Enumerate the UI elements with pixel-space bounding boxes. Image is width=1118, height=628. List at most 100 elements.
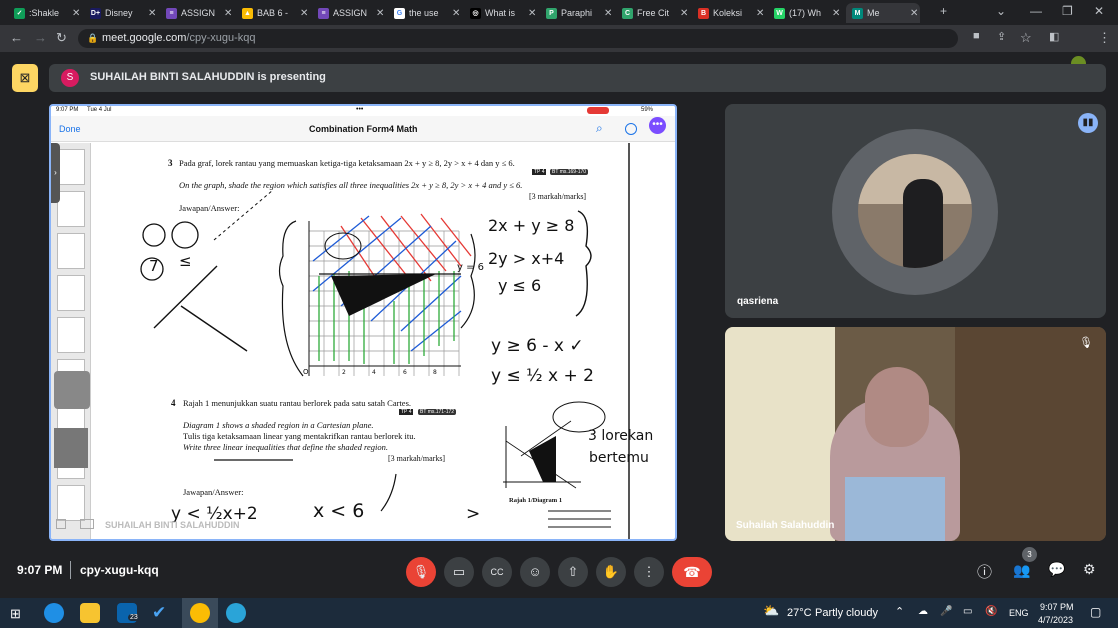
hw-digit-7: 7 — [149, 257, 159, 275]
url-input[interactable]: 🔒 meet.google.com/cpy-xugu-kqq — [78, 29, 958, 48]
background-wall — [955, 327, 1106, 541]
meeting-time: 9:07 PM — [17, 563, 63, 577]
captions-button[interactable]: CC — [482, 557, 512, 587]
browser-tab[interactable]: C Free Cit ✕ — [616, 3, 690, 23]
browser-tab[interactable]: Gthe use ✕ — [388, 3, 462, 23]
todo-icon[interactable]: ✔ — [152, 603, 172, 623]
language-indicator[interactable]: ENG — [1009, 608, 1029, 618]
tab-close-icon[interactable]: ✕ — [604, 8, 614, 19]
clock-time[interactable]: 9:07 PM — [1040, 602, 1074, 612]
diagram-caption: Rajah 1/Diagram 1 — [509, 497, 563, 504]
answer-label-2: Jawapan/Answer: — [183, 487, 244, 497]
edge-icon[interactable] — [44, 603, 64, 623]
hw-ineq-1: 2x + y ≥ 8 — [488, 216, 575, 235]
tab-close-icon[interactable]: ✕ — [832, 8, 842, 19]
browser-tab[interactable]: W (17) Wh ✕ — [768, 3, 842, 23]
new-tab-button[interactable]: + — [940, 4, 947, 18]
tab-favicon-icon: D+ — [90, 7, 101, 19]
tab-close-icon[interactable]: ✕ — [680, 8, 690, 19]
q4-text-2: Tulis tiga ketaksamaan linear yang menta… — [183, 431, 416, 441]
weather-text[interactable]: Partly cloudy — [815, 607, 878, 619]
tab-close-icon[interactable]: ✕ — [452, 8, 462, 19]
address-bar: ← → ↻ 🔒 meet.google.com/cpy-xugu-kqq ■ ⇪… — [0, 25, 1118, 71]
browser-tab[interactable]: ▲ BAB 6 - ✕ — [236, 3, 310, 23]
people-count-badge: 3 — [1022, 547, 1037, 562]
activities-icon[interactable]: ⚙ — [1083, 561, 1096, 578]
tab-favicon-icon: ✓ — [14, 7, 25, 19]
volume-muted-icon[interactable]: 🔇 — [985, 606, 997, 617]
q4-marks: [3 markah/marks] — [388, 454, 446, 463]
tab-label: Free Cit — [637, 8, 670, 18]
participant-name: qasriena — [737, 296, 779, 307]
tab-label: (17) Wh — [789, 8, 822, 18]
tab-search-icon[interactable]: ⌄ — [996, 4, 1006, 18]
bookmark-star-icon[interactable]: ☆ — [1020, 30, 1032, 46]
window-light — [725, 327, 835, 541]
raise-hand-button[interactable]: ✋ — [596, 557, 626, 587]
file-explorer-icon[interactable] — [80, 603, 100, 623]
tab-favicon-icon: G — [394, 7, 405, 19]
q4-text: Rajah 1 menunjukkan suatu rantau berlore… — [183, 398, 412, 408]
close-window-icon[interactable]: ✕ — [1094, 4, 1104, 18]
tab-close-icon[interactable]: ✕ — [756, 8, 766, 19]
more-options-button[interactable]: ⋮ — [634, 557, 664, 587]
people-icon[interactable]: 👥 — [1013, 562, 1030, 579]
tab-favicon-icon: M — [852, 7, 863, 19]
mic-tray-icon[interactable]: 🎤 — [940, 606, 952, 617]
participant-tile-qasriena[interactable]: ▮▮ qasriena — [725, 104, 1106, 318]
clock-date[interactable]: 4/7/2023 — [1038, 615, 1073, 625]
tab-label: ASSIGN — [333, 8, 368, 18]
reload-icon[interactable]: ↻ — [56, 30, 67, 46]
chat-icon[interactable]: 💬 — [1048, 561, 1065, 578]
participant-tile-suhailah[interactable]: 🎙 Suhailah Salahuddin — [725, 327, 1106, 541]
meeting-info-icon[interactable]: ⓘ — [977, 561, 992, 582]
browser-tab[interactable]: ◎ What is ✕ — [464, 3, 538, 23]
annotation-layer — [140, 189, 611, 528]
back-icon[interactable]: ← — [10, 30, 23, 45]
forward-icon[interactable]: → — [34, 30, 47, 45]
browser-tab[interactable]: D+ Disney ✕ — [84, 3, 158, 23]
mic-off-button[interactable]: 🎙 — [406, 557, 436, 587]
muted-mic-icon: 🎙 — [1079, 337, 1093, 349]
browser-tab[interactable]: M Me ✕ — [846, 3, 920, 23]
weather-temp[interactable]: 27°C — [787, 607, 812, 619]
side-panel-icon[interactable]: ◧ — [1049, 30, 1059, 43]
presenter-watermark: SUHAILAH BINTI SALAHUDDIN — [105, 520, 240, 530]
weather-icon[interactable]: ⛅ — [763, 603, 779, 619]
divider — [70, 561, 71, 579]
browser-tab[interactable]: P Paraphi ✕ — [540, 3, 614, 23]
telegram-icon[interactable] — [226, 603, 246, 623]
maximize-icon[interactable]: ❐ — [1062, 4, 1073, 18]
notification-icon[interactable]: ▢ — [1090, 605, 1101, 619]
camera-indicator-icon[interactable]: ■ — [973, 30, 980, 42]
person-face — [865, 367, 929, 447]
emoji-button[interactable]: ☺ — [520, 557, 550, 587]
tab-close-icon[interactable]: ✕ — [148, 8, 158, 19]
browser-tab[interactable]: ✓:Shakle ✕ — [8, 3, 82, 23]
windows-start-icon[interactable]: ⊞ — [10, 606, 21, 622]
graph-origin: O — [303, 368, 309, 376]
tab-close-icon[interactable]: ✕ — [910, 8, 920, 19]
tab-close-icon[interactable]: ✕ — [528, 8, 538, 19]
graph-tick-8: 8 — [433, 369, 437, 376]
menu-kebab-icon[interactable]: ⋮ — [1098, 30, 1111, 46]
tray-chevron-icon[interactable]: ⌃ — [895, 605, 904, 618]
tab-close-icon[interactable]: ✕ — [300, 8, 310, 19]
share-icon[interactable]: ⇪ — [997, 30, 1006, 43]
leave-call-button[interactable]: ☎ — [672, 557, 712, 587]
chrome-icon[interactable] — [190, 603, 210, 623]
hw-note-1: 3 lorekan — [588, 428, 654, 444]
tab-favicon-icon: ≡ — [166, 7, 177, 19]
tab-close-icon[interactable]: ✕ — [72, 8, 82, 19]
tab-close-icon[interactable]: ✕ — [376, 8, 386, 19]
camera-button[interactable]: ▭ — [444, 557, 474, 587]
browser-tab[interactable]: ≡ ASSIGN ✕ — [160, 3, 234, 23]
present-button[interactable]: ⇧ — [558, 557, 588, 587]
onedrive-icon[interactable]: ☁ — [918, 606, 928, 617]
browser-tab[interactable]: ≡ ASSIGN ✕ — [312, 3, 386, 23]
browser-tab[interactable]: B Koleksi ✕ — [692, 3, 766, 23]
battery-icon[interactable]: ▭ — [963, 606, 972, 617]
presentation-icon[interactable]: ⊠ — [12, 64, 38, 92]
tab-close-icon[interactable]: ✕ — [224, 8, 234, 19]
minimize-icon[interactable]: — — [1030, 4, 1042, 18]
